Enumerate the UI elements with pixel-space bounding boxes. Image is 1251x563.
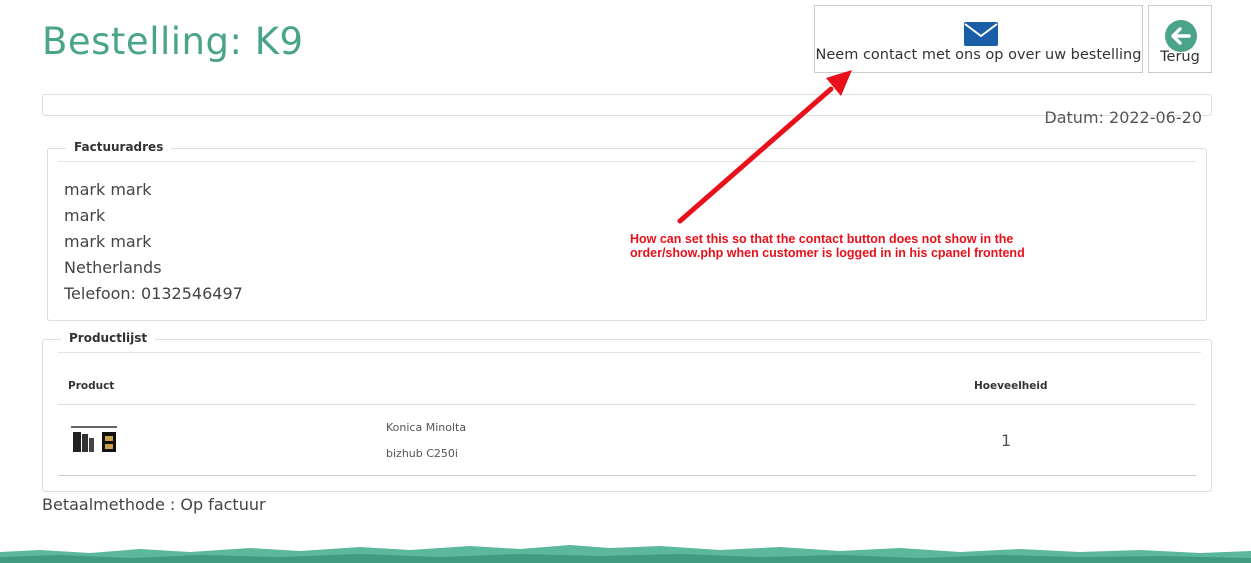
- footer-decoration: [0, 545, 1251, 563]
- table-header-divider: [58, 404, 1196, 405]
- payment-method: Betaalmethode : Op factuur: [42, 495, 266, 514]
- annotation-line: How can set this so that the contact but…: [630, 232, 1014, 246]
- divider: [58, 161, 1196, 162]
- annotation-text: How can set this so that the contact but…: [630, 232, 1025, 260]
- product-list-section: Productlijst Product Hoeveelheid Konica …: [42, 331, 1212, 492]
- billing-address-section: Factuuradres mark mark mark mark mark Ne…: [47, 140, 1207, 321]
- contact-about-order-button[interactable]: Neem contact met ons op over uw bestelli…: [814, 5, 1143, 73]
- arrow-left-circle-icon: [1165, 20, 1197, 52]
- page-title: Bestelling: K9: [42, 20, 304, 63]
- address-line: Netherlands: [64, 258, 162, 277]
- product-thumbnail: [71, 426, 117, 452]
- address-line: mark mark: [64, 232, 152, 251]
- column-header-quantity: Hoeveelheid: [974, 380, 1048, 392]
- order-info-bar: [42, 94, 1212, 116]
- annotation-line: order/show.php when customer is logged i…: [630, 246, 1025, 260]
- table-footer-divider: [58, 475, 1196, 476]
- column-header-product: Product: [68, 380, 115, 392]
- divider: [58, 352, 1201, 353]
- back-button-label: Terug: [1160, 49, 1200, 65]
- address-line: mark: [64, 206, 106, 225]
- product-list-legend: Productlijst: [61, 331, 156, 345]
- contact-button-label: Neem contact met ons op over uw bestelli…: [815, 47, 1142, 63]
- back-button[interactable]: Terug: [1148, 5, 1212, 73]
- order-page: Bestelling: K9 Neem contact met ons op o…: [0, 0, 1251, 563]
- product-name-line2: bizhub C250i: [386, 447, 458, 460]
- address-phone: Telefoon: 0132546497: [64, 284, 243, 303]
- envelope-icon: [964, 22, 998, 46]
- product-name-line1: Konica Minolta: [386, 421, 467, 434]
- order-date: Datum: 2022-06-20: [1044, 108, 1202, 127]
- product-quantity: 1: [1001, 431, 1012, 450]
- billing-address: mark mark mark mark mark Netherlands Tel…: [64, 179, 243, 309]
- address-line: mark mark: [64, 180, 152, 199]
- billing-address-legend: Factuuradres: [66, 140, 172, 154]
